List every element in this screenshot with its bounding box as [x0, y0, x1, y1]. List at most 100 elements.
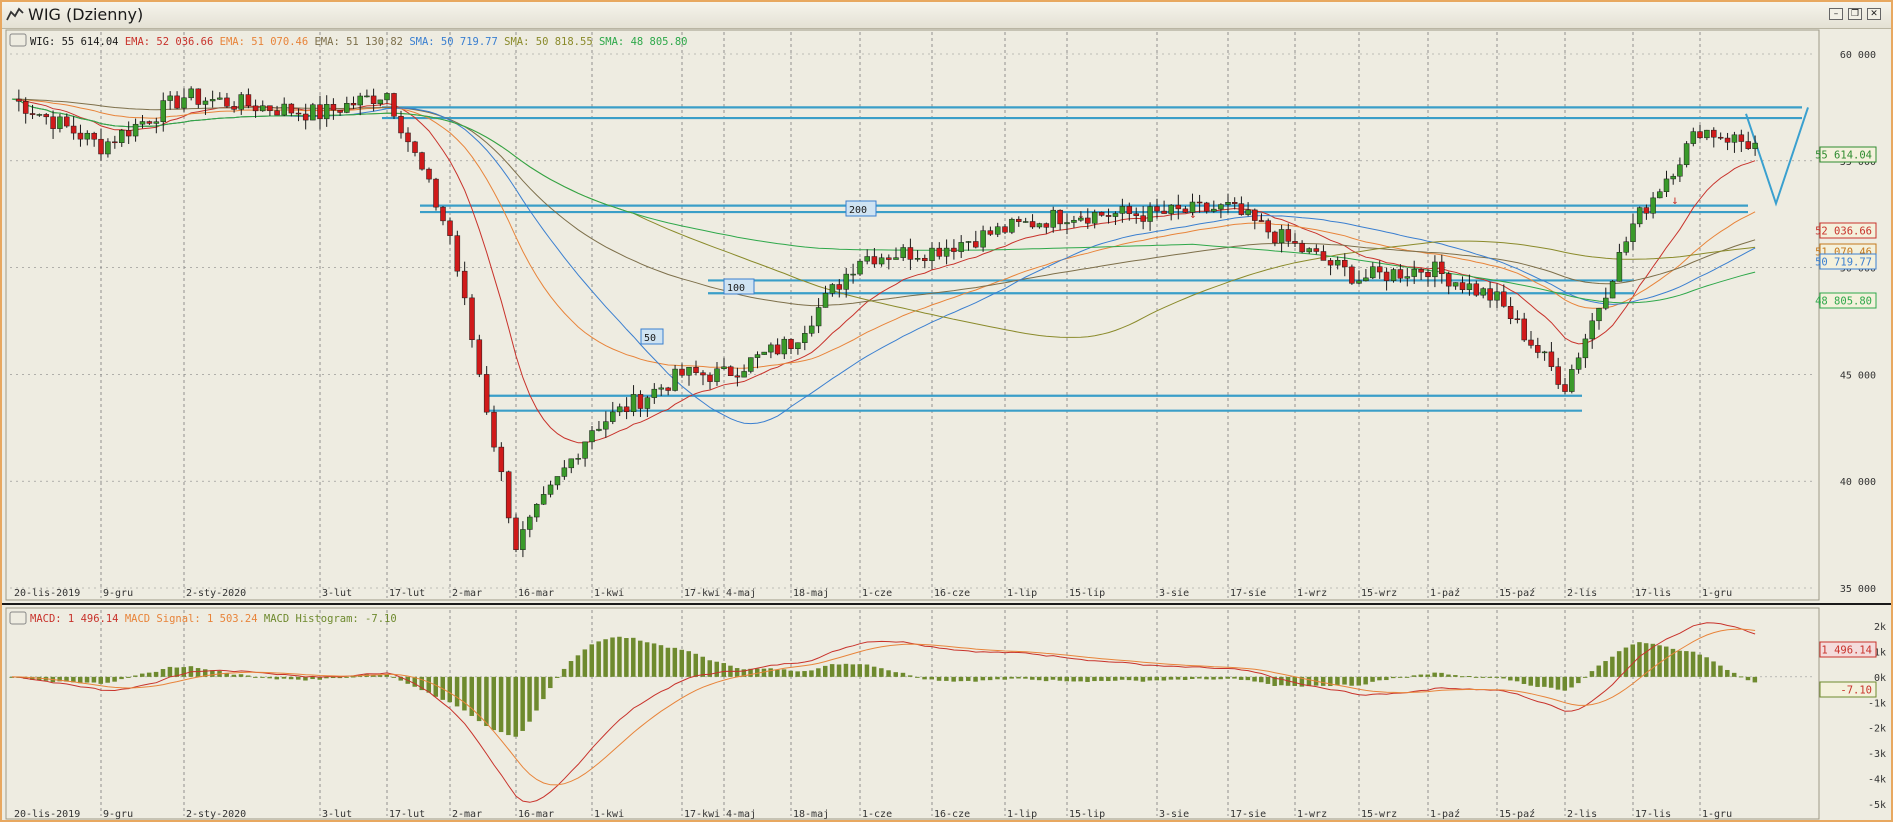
- macd-histogram-bar: [238, 674, 244, 677]
- candle-up: [1569, 369, 1575, 392]
- candle-down: [1439, 261, 1445, 274]
- macd-histogram-bar: [484, 676, 489, 727]
- candle-down: [64, 116, 70, 127]
- macd-histogram-bar: [582, 649, 588, 677]
- candle-down: [469, 297, 475, 340]
- candle-down: [1299, 243, 1305, 253]
- macd-histogram-bar: [816, 668, 821, 677]
- macd-histogram-bar: [1043, 676, 1049, 682]
- candle-down: [1555, 366, 1561, 385]
- candle-up: [217, 97, 223, 100]
- candle-up: [1609, 281, 1616, 299]
- macd-tick-label: -3k: [1868, 749, 1886, 760]
- macd-histogram-bar: [1342, 676, 1347, 685]
- candle-up: [1466, 283, 1473, 290]
- candle-up: [540, 494, 547, 505]
- candle-up: [610, 411, 616, 422]
- macd-histogram-bar: [1335, 676, 1340, 685]
- macd-histogram-bar: [951, 676, 956, 682]
- candle-up: [994, 226, 1001, 235]
- macd-histogram-bar: [1218, 676, 1223, 680]
- candle-up: [1452, 282, 1459, 287]
- candle-down: [973, 241, 979, 248]
- chart-canvas[interactable]: 20010050↓↓↓↓ 60 00055 00050 00045 00040 …: [2, 28, 1891, 822]
- candle-up: [1022, 221, 1029, 223]
- candle-up: [878, 257, 885, 265]
- title-bar[interactable]: WIG (Dzienny) – ❐ ✕: [2, 2, 1891, 29]
- legend-main-item: SMA: 48 805.80: [599, 36, 688, 48]
- candle-up: [575, 458, 581, 460]
- candle-up: [651, 388, 658, 398]
- macd-histogram-bar: [344, 676, 349, 678]
- macd-histogram-bar: [700, 656, 705, 677]
- date-tick-label-macd: 2-lis: [1567, 809, 1597, 820]
- macd-histogram-bar: [140, 673, 145, 677]
- minimize-button[interactable]: –: [1829, 8, 1843, 20]
- candle-up: [1334, 259, 1341, 266]
- candle-up: [554, 476, 561, 486]
- date-tick-label-macd: 1-cze: [862, 809, 892, 820]
- macd-histogram-bar: [603, 639, 608, 677]
- candle-down: [317, 104, 323, 120]
- candle-up: [377, 99, 384, 104]
- candle-up: [1752, 142, 1758, 149]
- close-button[interactable]: ✕: [1867, 8, 1881, 20]
- candle-down: [951, 247, 957, 252]
- macd-histogram-bar: [1023, 676, 1028, 679]
- macd-histogram-bar: [596, 641, 601, 677]
- candle-down: [936, 247, 943, 257]
- candle-down: [505, 471, 512, 519]
- macd-histogram-bar: [1616, 651, 1622, 677]
- candle-up: [547, 484, 554, 495]
- date-tick-label: 1-cze: [862, 588, 892, 599]
- candle-up: [1683, 143, 1690, 166]
- candle-down: [1459, 282, 1466, 290]
- candle-down: [1313, 248, 1320, 252]
- candle-up: [1356, 280, 1362, 284]
- macd-histogram-bar: [907, 675, 913, 677]
- candle-up: [829, 284, 836, 294]
- macd-histogram-bar: [850, 664, 856, 677]
- price-tick-label: 40 000: [1840, 477, 1876, 488]
- date-tick-label: 1-kwi: [594, 588, 624, 599]
- candle-down: [22, 101, 29, 114]
- macd-histogram-bar: [958, 676, 964, 682]
- macd-histogram-bar: [126, 676, 131, 678]
- candle-down: [398, 115, 404, 134]
- restore-button[interactable]: ❐: [1848, 8, 1862, 20]
- macd-histogram-bar: [900, 672, 906, 677]
- macd-histogram-bar: [160, 669, 166, 677]
- macd-histogram-bar: [462, 676, 467, 711]
- candle-up: [658, 387, 664, 390]
- candle-up: [857, 260, 863, 275]
- macd-histogram-bar: [426, 676, 431, 693]
- macd-histogram-bar: [1050, 676, 1056, 680]
- macd-histogram-bar: [1697, 654, 1702, 677]
- macd-histogram-bar: [1684, 651, 1689, 677]
- candle-down: [1397, 269, 1404, 279]
- candle-down: [1182, 208, 1189, 213]
- candle-up: [781, 338, 788, 355]
- macd-histogram-bar: [1175, 676, 1181, 680]
- macd-histogram-bar: [1453, 675, 1458, 677]
- candle-up: [1480, 288, 1486, 296]
- candle-down: [922, 257, 928, 261]
- candle-up: [1390, 269, 1397, 281]
- candle-down: [665, 387, 671, 391]
- candle-down: [1738, 134, 1745, 142]
- macd-histogram-bar: [1589, 671, 1595, 677]
- candle-up: [893, 257, 899, 260]
- macd-histogram-bar: [1190, 676, 1195, 679]
- candle-up: [958, 242, 964, 252]
- macd-histogram-bar: [1002, 676, 1007, 680]
- macd-histogram-bar: [1259, 676, 1264, 683]
- macd-histogram-bar: [1494, 676, 1499, 678]
- candle-up: [1589, 320, 1595, 340]
- candle-down: [391, 93, 397, 117]
- candle-down: [1175, 204, 1182, 210]
- candle-down: [1285, 229, 1292, 242]
- macd-histogram-bar: [1677, 650, 1682, 677]
- legend-main-item: EMA: 52 036.66: [125, 36, 220, 48]
- candle-up: [1218, 204, 1224, 210]
- candle-up: [357, 95, 363, 106]
